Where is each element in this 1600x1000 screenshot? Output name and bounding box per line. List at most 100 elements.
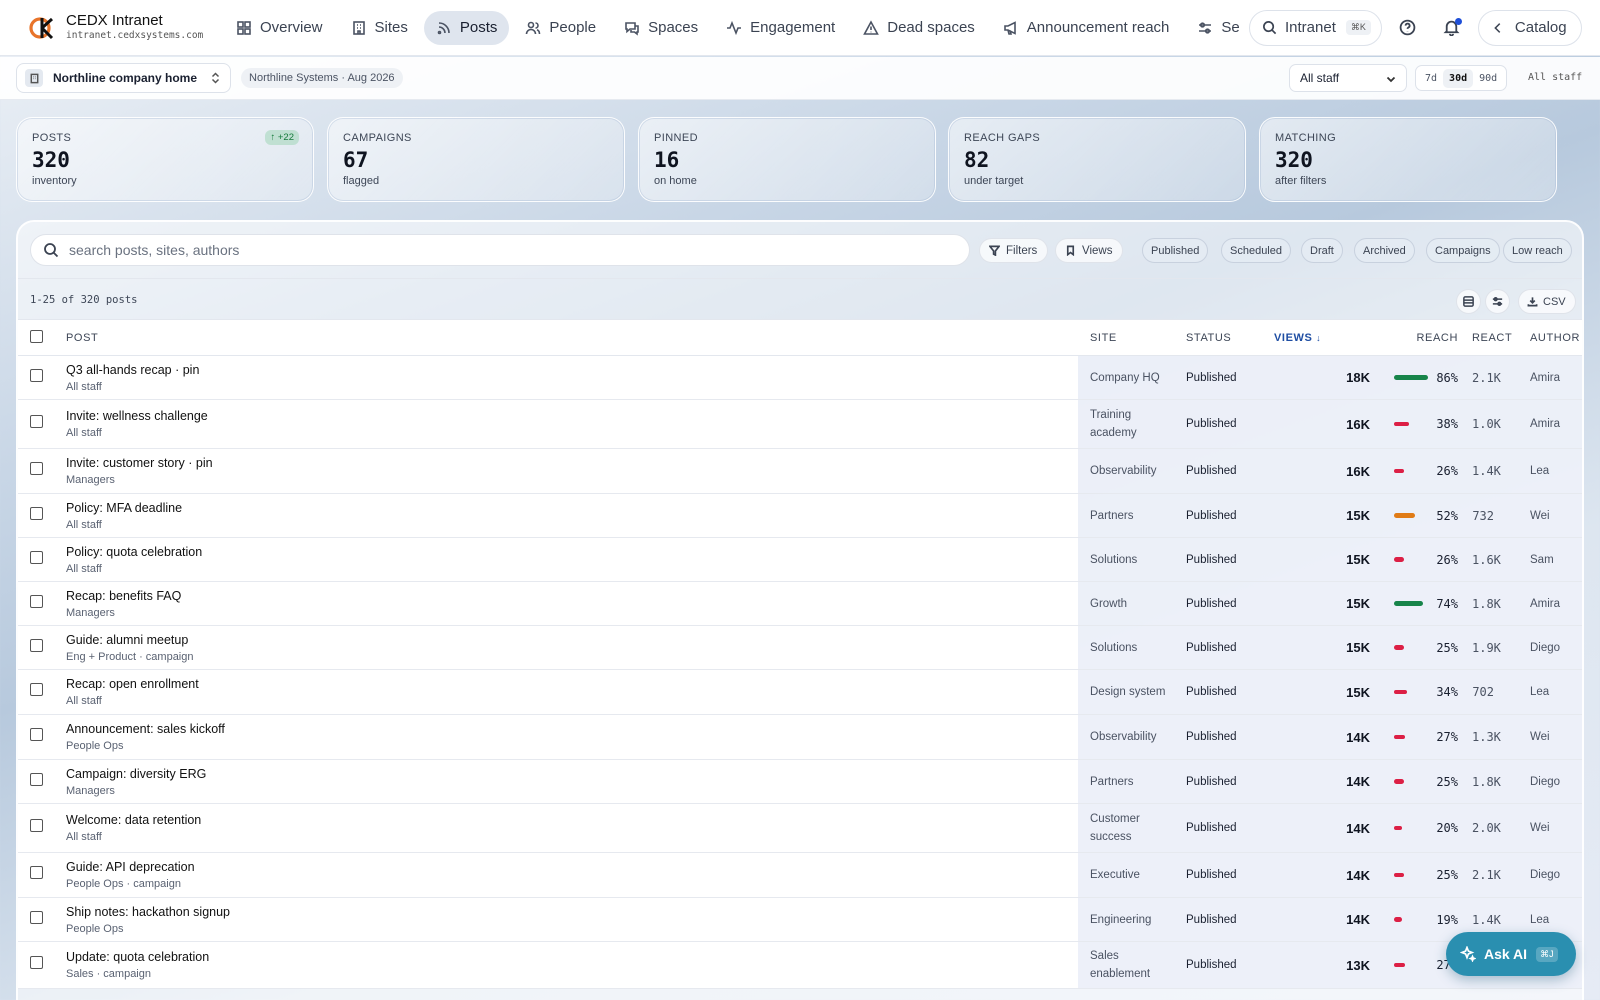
range-7d-button[interactable]: 7d: [1419, 69, 1443, 88]
table-row[interactable]: Policy: quota celebration All staff Soluti…: [18, 537, 1582, 582]
org-period-chip: Northline Systems · Aug 2026: [241, 68, 403, 88]
table-row[interactable]: Policy: MFA deadline All staff Partners Pub…: [18, 493, 1582, 538]
column-header-post[interactable]: POST: [54, 319, 1078, 356]
post-title[interactable]: Update: quota celebration: [66, 950, 1078, 964]
table-row[interactable]: Recap: benefits FAQ Managers Growth Publish…: [18, 581, 1582, 626]
post-title[interactable]: Campaign: diversity ERG: [66, 767, 1078, 781]
density-toggle-button[interactable]: [1456, 289, 1481, 314]
views-cell: 14K: [1274, 714, 1380, 760]
row-select-cell: [18, 803, 54, 853]
post-title[interactable]: Q3 all-hands recap · pin: [66, 363, 1078, 377]
range-30d-button[interactable]: 30d: [1443, 68, 1474, 88]
row-checkbox[interactable]: [29, 910, 43, 924]
row-checkbox[interactable]: [29, 550, 43, 564]
column-header-react[interactable]: REACT: [1472, 319, 1516, 356]
filter-chip-low-reach[interactable]: Low reach: [1503, 238, 1572, 263]
nav-announcement-reach[interactable]: Announcement reach: [991, 11, 1182, 45]
global-search-button[interactable]: Intranet ⌘K: [1249, 9, 1382, 46]
nav-engagement[interactable]: Engagement: [714, 11, 847, 45]
stat-card-campaigns: CAMPAIGNS 67 flagged: [327, 117, 625, 202]
table-row[interactable]: Guide: API deprecation People Ops · campa…: [18, 852, 1582, 898]
row-checkbox[interactable]: [29, 683, 43, 696]
export-csv-button[interactable]: CSV: [1518, 289, 1576, 314]
posts-search-input[interactable]: search posts, sites, authors: [30, 234, 970, 266]
filter-chip-scheduled[interactable]: Scheduled: [1221, 238, 1291, 263]
main-nav: Overview Sites Posts People Spaces Engag…: [224, 10, 1239, 45]
row-checkbox[interactable]: [29, 772, 43, 786]
post-title[interactable]: Invite: wellness challenge: [66, 409, 1078, 423]
table-row[interactable]: Invite: wellness challenge All staff Train…: [18, 399, 1582, 449]
column-header-status[interactable]: STATUS: [1186, 319, 1274, 356]
notifications-button[interactable]: [1434, 10, 1470, 46]
nav-posts[interactable]: Posts: [423, 10, 510, 45]
select-all-checkbox[interactable]: [29, 329, 43, 343]
views-button[interactable]: Views: [1055, 238, 1124, 263]
filter-chip-campaigns[interactable]: Campaigns: [1426, 238, 1500, 263]
nav-sites[interactable]: Sites: [339, 11, 420, 45]
table-row[interactable]: Guide: alumni meetup Eng + Product · camp…: [18, 625, 1582, 670]
table-row[interactable]: Invite: customer story · pin Managers Obse…: [18, 448, 1582, 494]
column-header-site[interactable]: SITE: [1078, 319, 1186, 356]
post-title[interactable]: Guide: API deprecation: [66, 860, 1078, 874]
nav-overview[interactable]: Overview: [224, 11, 335, 45]
post-title[interactable]: Policy: MFA deadline: [66, 501, 1078, 515]
stat-value: 320: [1275, 148, 1313, 172]
row-checkbox[interactable]: [29, 368, 43, 382]
post-title[interactable]: Recap: benefits FAQ: [66, 589, 1078, 603]
row-checkbox[interactable]: [29, 462, 43, 475]
table-row[interactable]: Campaign: diversity ERG Managers Partners P…: [18, 759, 1582, 804]
table-row[interactable]: Announcement: sales kickoff People Ops Obs…: [18, 714, 1582, 760]
table-row[interactable]: Welcome: data retention All staff Customer…: [18, 803, 1582, 853]
filters-button[interactable]: Filters: [979, 238, 1049, 263]
help-button[interactable]: [1390, 10, 1426, 46]
table-row[interactable]: Recap: open enrollment All staff Design sy…: [18, 669, 1582, 715]
stat-caption: under target: [964, 175, 1024, 187]
column-header-reach[interactable]: REACH: [1380, 319, 1472, 356]
column-settings-button[interactable]: [1485, 289, 1510, 314]
author-cell: Diego: [1516, 852, 1582, 898]
row-checkbox[interactable]: [29, 415, 43, 428]
row-checkbox[interactable]: [29, 866, 43, 879]
table-row[interactable]: Q3 all-hands recap · pin All staff Company…: [18, 355, 1582, 400]
catalog-button[interactable]: Catalog: [1477, 9, 1582, 46]
table-row[interactable]: Ship notes: hackathon signup People Ops En…: [18, 897, 1582, 942]
column-header-author[interactable]: AUTHOR: [1516, 319, 1582, 356]
workspace-selector[interactable]: Northline company home: [16, 63, 232, 93]
filter-chip-published[interactable]: Published: [1142, 238, 1209, 263]
post-title[interactable]: Recap: open enrollment: [66, 677, 1078, 691]
row-checkbox[interactable]: [29, 506, 43, 520]
post-title[interactable]: Policy: quota celebration: [66, 545, 1078, 559]
post-title[interactable]: Announcement: sales kickoff: [66, 722, 1078, 736]
post-title[interactable]: Ship notes: hackathon signup: [66, 905, 1078, 919]
row-checkbox[interactable]: [29, 594, 43, 608]
ask-ai-shortcut: ⌘J: [1536, 946, 1558, 962]
range-90d-button[interactable]: 90d: [1473, 69, 1503, 88]
ask-ai-button[interactable]: Ask AI ⌘J: [1446, 932, 1576, 976]
nav-spaces[interactable]: Spaces: [612, 11, 710, 45]
row-checkbox[interactable]: [29, 638, 43, 652]
results-count: 1-25 of 320 posts: [30, 294, 138, 306]
nav-settings[interactable]: Settings: [1185, 11, 1239, 45]
nav-people[interactable]: People: [513, 11, 608, 45]
status-cell: Published: [1186, 897, 1274, 942]
site-cell: Sales enablement: [1078, 941, 1186, 989]
brand[interactable]: CEDX Intranet intranet.cedxsystems.com: [0, 13, 224, 42]
row-checkbox[interactable]: [29, 819, 43, 832]
audience-select[interactable]: All staff: [1289, 64, 1407, 92]
post-title[interactable]: Welcome: data retention: [66, 813, 1078, 827]
post-title[interactable]: Invite: customer story · pin: [66, 456, 1078, 470]
filter-chip-draft[interactable]: Draft: [1301, 238, 1343, 263]
table-row[interactable]: Update: quota celebration Sales · campaig…: [18, 941, 1582, 989]
reach-cell: 74%: [1380, 581, 1472, 626]
reach-cell: 34%: [1380, 669, 1472, 715]
row-checkbox[interactable]: [29, 728, 43, 741]
nav-dead-spaces[interactable]: Dead spaces: [851, 11, 987, 45]
post-title[interactable]: Guide: alumni meetup: [66, 633, 1078, 647]
column-header-views[interactable]: VIEWS ↓: [1274, 319, 1380, 356]
row-checkbox[interactable]: [29, 956, 43, 969]
filter-chip-archived[interactable]: Archived: [1354, 238, 1415, 263]
views-cell: 16K: [1274, 399, 1380, 449]
nav-label: Engagement: [750, 19, 836, 36]
row-select-cell: [18, 493, 54, 538]
site-cell: Solutions: [1078, 625, 1186, 670]
